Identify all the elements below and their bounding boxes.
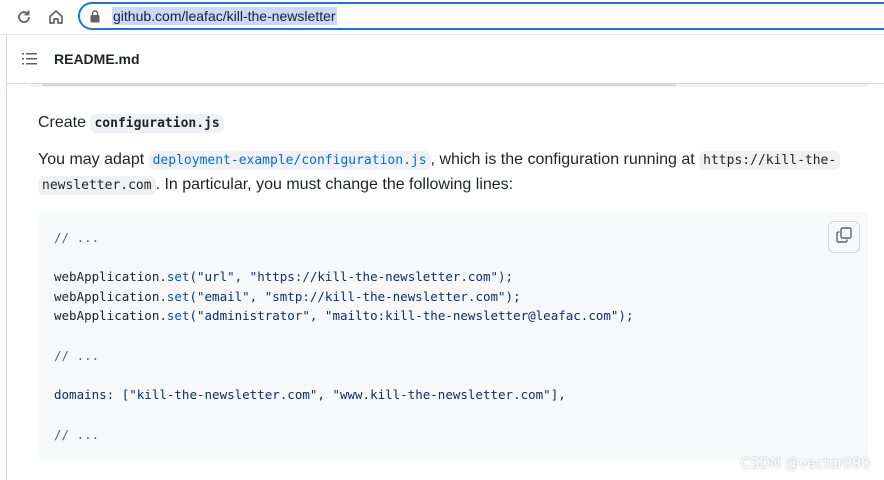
code-line-url: webApplication.set("url", "https://kill-…: [54, 269, 514, 284]
code-block: // ... webApplication.set("url", "https:…: [38, 212, 868, 460]
previous-block-edge: [30, 84, 868, 87]
code-line-domains: domains: ["kill-the-newsletter.com", "ww…: [54, 387, 566, 402]
watermark: CSDN @vector090: [740, 456, 871, 472]
adapt-text-2: , which is the configuration running at: [430, 151, 695, 168]
site-url-code-2: newsletter.com: [38, 176, 156, 195]
adapt-text-1: You may adapt: [38, 151, 145, 168]
reload-icon[interactable]: [12, 5, 36, 29]
adapt-paragraph: You may adapt deployment-example/configu…: [38, 148, 868, 198]
deployment-example-link[interactable]: deployment-example/configuration.js: [148, 151, 431, 170]
adapt-text-3: . In particular, you must change the fol…: [155, 176, 514, 193]
create-label: Create: [38, 114, 87, 131]
copy-button[interactable]: [828, 221, 860, 253]
copy-icon: [836, 226, 852, 248]
readme-title: README.md: [54, 51, 140, 67]
create-paragraph: Create configuration.js: [38, 111, 224, 136]
code-comment-3: // ...: [54, 427, 100, 442]
home-icon[interactable]: [44, 5, 68, 29]
code-line-administrator: webApplication.set("administrator", "mai…: [54, 308, 634, 323]
lock-icon[interactable]: [90, 10, 100, 28]
address-bar[interactable]: github.com/leafac/kill-the-newsletter: [78, 2, 884, 30]
code-line-email: webApplication.set("email", "smtp://kill…: [54, 289, 521, 304]
site-url-code-1: https://kill-the-: [699, 151, 841, 170]
code-comment-2: // ...: [54, 348, 100, 363]
outline-list-icon[interactable]: [22, 52, 38, 71]
config-file-code: configuration.js: [90, 114, 224, 133]
url-text[interactable]: github.com/leafac/kill-the-newsletter: [112, 7, 337, 25]
left-gutter: [0, 35, 7, 480]
browser-toolbar: github.com/leafac/kill-the-newsletter: [0, 0, 884, 35]
readme-header: README.md: [7, 35, 884, 84]
code-comment-1: // ...: [54, 230, 100, 245]
